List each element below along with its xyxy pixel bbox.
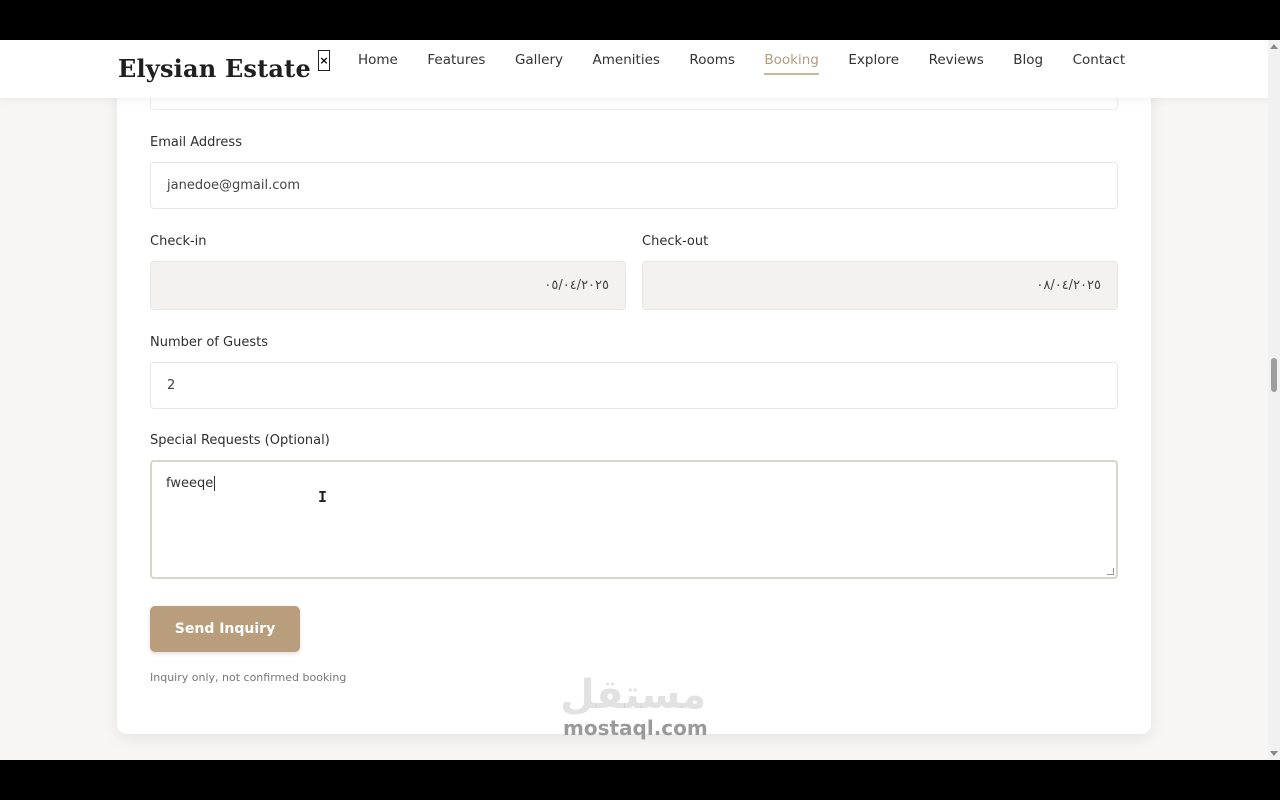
special-requests-textarea[interactable]: fweeqe xyxy=(150,460,1118,579)
email-field[interactable]: janedoe@gmail.com xyxy=(150,162,1118,209)
guests-field[interactable]: 2 xyxy=(150,362,1118,409)
top-letterbox xyxy=(0,0,1280,40)
nav-item-explore[interactable]: Explore xyxy=(848,52,899,75)
checkin-label: Check-in xyxy=(150,234,207,249)
checkout-label: Check-out xyxy=(642,234,709,249)
nav-item-home[interactable]: Home xyxy=(358,52,398,75)
scroll-down-arrow-icon[interactable] xyxy=(1270,751,1278,756)
site-header: Elysian Estate × Home Features Gallery Amen… xyxy=(0,40,1268,98)
checkout-date-field[interactable]: ٠٨/٠٤/٢٠٢٥ xyxy=(642,261,1118,310)
nav-item-rooms[interactable]: Rooms xyxy=(689,52,734,75)
nav-item-reviews[interactable]: Reviews xyxy=(929,52,984,75)
site-logo[interactable]: Elysian Estate xyxy=(118,54,311,83)
guests-label: Number of Guests xyxy=(150,335,268,350)
close-menu-button[interactable]: × xyxy=(318,50,330,71)
requests-text: fweeqe xyxy=(166,476,214,491)
nav-item-gallery[interactable]: Gallery xyxy=(515,52,563,75)
watermark-arabic: مستقل xyxy=(560,672,707,718)
email-label: Email Address xyxy=(150,135,242,150)
nav-item-blog[interactable]: Blog xyxy=(1013,52,1043,75)
resize-grip-icon[interactable] xyxy=(1107,568,1114,575)
main-nav: Home Features Gallery Amenities Rooms Booking… xyxy=(358,52,1155,75)
bottom-letterbox xyxy=(0,760,1280,800)
requests-label: Special Requests (Optional) xyxy=(150,433,330,448)
text-caret xyxy=(214,476,216,491)
browser-viewport: Elysian Estate × Home Features Gallery Amen… xyxy=(0,40,1268,760)
vertical-scrollbar[interactable] xyxy=(1268,40,1280,760)
ibeam-cursor-icon: I xyxy=(318,488,328,506)
nav-item-features[interactable]: Features xyxy=(427,52,485,75)
scroll-thumb[interactable] xyxy=(1271,358,1277,392)
nav-item-amenities[interactable]: Amenities xyxy=(593,52,660,75)
nav-item-contact[interactable]: Contact xyxy=(1073,52,1126,75)
scroll-up-arrow-icon[interactable] xyxy=(1270,44,1278,49)
watermark-latin: mostaql.com xyxy=(563,716,708,740)
checkin-date-field[interactable]: ٠٥/٠٤/٢٠٢٥ xyxy=(150,261,626,310)
nav-item-booking[interactable]: Booking xyxy=(764,52,819,75)
send-inquiry-button[interactable]: Send Inquiry xyxy=(150,606,300,652)
inquiry-note: Inquiry only, not confirmed booking xyxy=(150,671,347,684)
